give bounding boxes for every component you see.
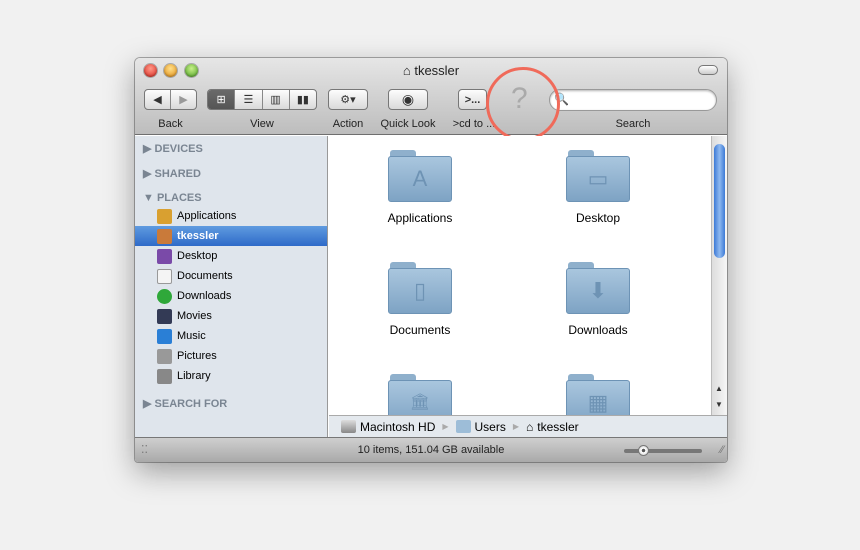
resize-grip-icon[interactable]: ⁄⁄ — [720, 438, 724, 462]
sidebar-item-pictures[interactable]: Pictures — [135, 346, 327, 366]
back-forward-control: ◀ ▶ — [144, 89, 197, 110]
downloads-folder-icon: ⬇ — [566, 262, 630, 314]
desktop-folder-icon: ▭ — [566, 150, 630, 202]
hard-drive-icon — [341, 420, 356, 433]
scroll-down-arrow[interactable]: ▼ — [715, 400, 723, 409]
forward-button[interactable]: ▶ — [171, 90, 196, 109]
status-text: 10 items, 151.04 GB available — [357, 444, 505, 456]
path-item-users[interactable]: Users — [475, 420, 506, 434]
sidebar-item-movies[interactable]: Movies — [135, 306, 327, 326]
column-view-button[interactable]: ▥ — [263, 90, 290, 109]
view-control: ⊞ ☰ ▥ ▮▮ — [207, 89, 317, 110]
file-icon-view: A Applications ▭ Desktop ▯ Documents ⬇ Downl… — [329, 136, 711, 426]
home-icon — [157, 228, 172, 244]
sidebar-item-tkessler[interactable]: tkessler — [135, 226, 327, 246]
users-folder-icon — [455, 420, 471, 433]
file-item-downloads[interactable]: ⬇ Downloads — [528, 262, 668, 337]
eye-icon: ◉ — [401, 91, 415, 107]
music-icon — [157, 328, 172, 344]
home-icon: ⌂ — [402, 63, 415, 78]
annotation-circle — [486, 67, 560, 141]
file-item-documents[interactable]: ▯ Documents — [350, 262, 490, 337]
toolbar-toggle-button[interactable] — [698, 65, 718, 75]
sidebar-item-documents[interactable]: Documents — [135, 266, 327, 286]
list-view-button[interactable]: ☰ — [235, 90, 263, 109]
path-item-macintosh-hd[interactable]: Macintosh HD — [360, 420, 435, 434]
grip-dots-icon: ⁚⁚ — [141, 444, 148, 456]
path-separator-icon: ▶ — [442, 422, 449, 431]
vertical-scrollbar[interactable]: ▲ ▼ — [711, 136, 727, 415]
scrollbar-thumb[interactable] — [714, 144, 725, 258]
view-label: View — [250, 118, 274, 130]
sidebar-header-search-for[interactable]: ▶ SEARCH FOR — [143, 397, 227, 410]
slider-knob[interactable] — [638, 445, 649, 456]
sidebar-item-applications[interactable]: Applications — [135, 206, 327, 226]
scroll-up-arrow[interactable]: ▲ — [715, 384, 723, 393]
back-button[interactable]: ◀ — [145, 90, 171, 109]
library-icon — [157, 368, 172, 384]
sidebar-header-devices[interactable]: ▶ DEVICES — [143, 142, 203, 155]
terminal-icon: >... — [464, 93, 481, 106]
sidebar-item-downloads[interactable]: Downloads — [135, 286, 327, 306]
path-separator-icon: ▶ — [512, 422, 520, 431]
downloads-icon — [157, 288, 172, 304]
sidebar-header-places[interactable]: ▼ PLACES — [143, 192, 202, 204]
sidebar: ▶ DEVICES ▶ SHARED ▼ PLACES Applications… — [135, 136, 328, 437]
documents-folder-icon: ▯ — [388, 262, 452, 314]
coverflow-view-button[interactable]: ▮▮ — [290, 90, 316, 109]
movies-icon — [157, 308, 172, 324]
applications-folder-icon: A — [388, 150, 452, 202]
file-item-applications[interactable]: A Applications — [350, 150, 490, 225]
sidebar-header-shared[interactable]: ▶ SHARED — [143, 167, 201, 180]
sidebar-item-desktop[interactable]: Desktop — [135, 246, 327, 266]
file-item-desktop[interactable]: ▭ Desktop — [528, 150, 668, 225]
search-label: Search — [615, 118, 651, 130]
applications-icon — [157, 208, 172, 224]
search-input[interactable]: 🔍 — [549, 89, 717, 111]
action-label: Action — [332, 118, 364, 130]
path-item-tkessler[interactable]: tkessler — [537, 420, 578, 434]
action-button[interactable]: ⚙▾ — [328, 89, 368, 110]
path-bar: Macintosh HD ▶ Users ▶ ⌂ tkessler — [329, 415, 727, 437]
status-bar: 10 items, 151.04 GB available ⁄⁄ ⁚⁚ — [135, 437, 727, 462]
cd-to-button[interactable]: >... — [458, 89, 487, 110]
documents-icon — [157, 268, 172, 284]
quick-look-button[interactable]: ◉ — [388, 89, 428, 110]
desktop-icon — [157, 248, 172, 264]
back-label: Back — [158, 118, 183, 130]
toolbar: ⌂ tkessler ◀ ▶ Back ⊞ ☰ ▥ ▮▮ View ⚙▾ Act… — [135, 58, 727, 141]
sidebar-item-library[interactable]: Library — [135, 366, 327, 386]
gear-icon: ⚙▾ — [340, 94, 356, 106]
pictures-icon — [157, 348, 172, 364]
icon-size-slider[interactable] — [624, 445, 702, 456]
icon-view-button[interactable]: ⊞ — [208, 90, 236, 109]
finder-window: ⌂ tkessler ◀ ▶ Back ⊞ ☰ ▥ ▮▮ View ⚙▾ Act… — [135, 58, 727, 462]
quick-look-label: Quick Look — [380, 118, 436, 130]
window-title: ⌂ tkessler — [402, 63, 460, 78]
sidebar-item-music[interactable]: Music — [135, 326, 327, 346]
home-icon: ⌂ — [526, 419, 534, 434]
